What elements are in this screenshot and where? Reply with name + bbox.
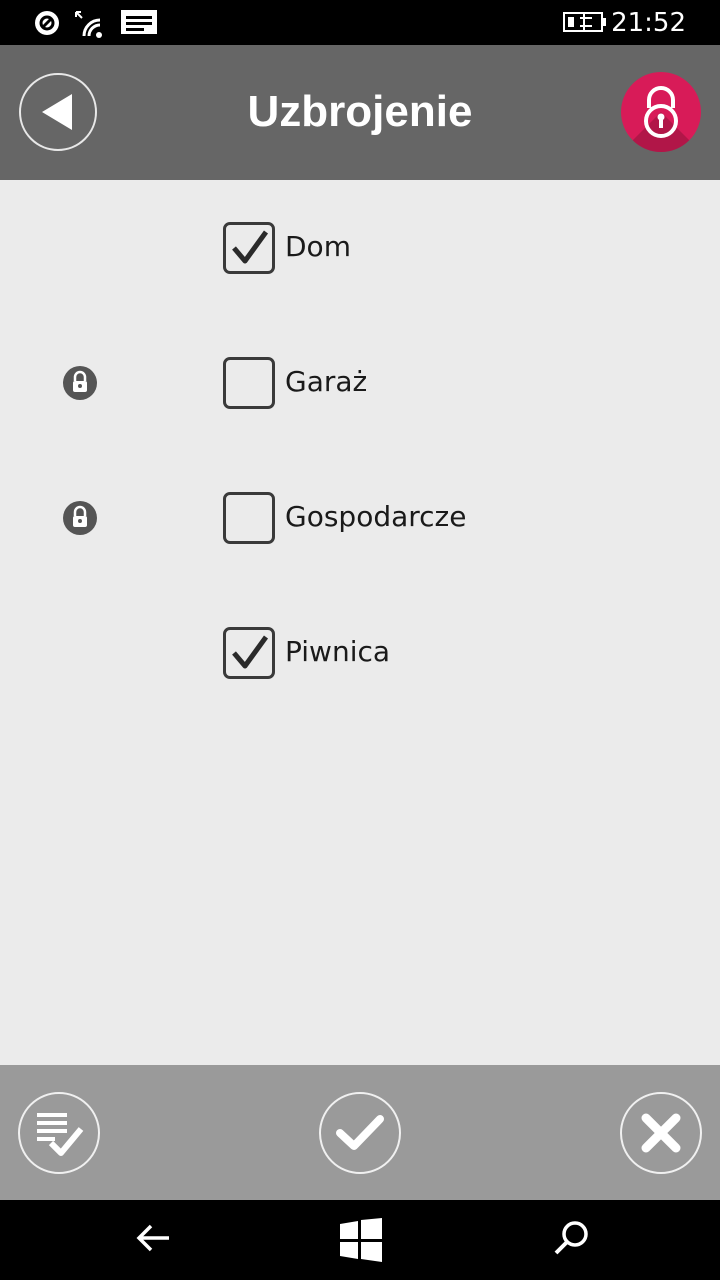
status-bar: 21:52 bbox=[0, 0, 720, 45]
checkmark-icon bbox=[232, 635, 269, 669]
windows-start-icon[interactable] bbox=[338, 1218, 384, 1262]
lock-icon bbox=[63, 501, 97, 535]
app-bar bbox=[0, 1065, 720, 1200]
header: Uzbrojenie bbox=[0, 45, 720, 180]
battery-charging-icon bbox=[563, 12, 606, 32]
search-icon[interactable] bbox=[551, 1218, 591, 1258]
page-title: Uzbrojenie bbox=[247, 87, 473, 136]
partition-label: Gospodarcze bbox=[285, 500, 467, 533]
lock-icon bbox=[63, 366, 97, 400]
partition-label: Dom bbox=[285, 230, 351, 263]
data-sense-icon bbox=[35, 11, 59, 35]
checkbox-dom[interactable] bbox=[223, 222, 275, 274]
confirm-icon bbox=[336, 1115, 384, 1150]
select-all-button[interactable] bbox=[18, 1092, 100, 1174]
partition-label: Garaż bbox=[285, 365, 368, 398]
padlock-icon bbox=[644, 86, 678, 138]
confirm-button[interactable] bbox=[319, 1092, 401, 1174]
checkmark-icon bbox=[232, 230, 269, 264]
wifi-icon bbox=[75, 11, 102, 38]
checkbox-gospodarcze[interactable] bbox=[223, 492, 275, 544]
checkbox-piwnica[interactable] bbox=[223, 627, 275, 679]
checkbox-garaz[interactable] bbox=[223, 357, 275, 409]
message-icon bbox=[121, 10, 157, 34]
list-item: Garaż bbox=[0, 343, 720, 423]
partition-label: Piwnica bbox=[285, 635, 391, 668]
back-icon[interactable] bbox=[133, 1218, 173, 1258]
navigation-bar bbox=[0, 1200, 720, 1280]
select-all-icon bbox=[37, 1113, 84, 1156]
list-item: Gospodarcze bbox=[0, 478, 720, 558]
list-item: Piwnica bbox=[0, 613, 720, 693]
cancel-icon bbox=[641, 1113, 681, 1153]
arm-button[interactable] bbox=[621, 72, 701, 152]
clock: 21:52 bbox=[611, 8, 686, 38]
cancel-button[interactable] bbox=[620, 1092, 702, 1174]
list-item: Dom bbox=[0, 208, 720, 288]
